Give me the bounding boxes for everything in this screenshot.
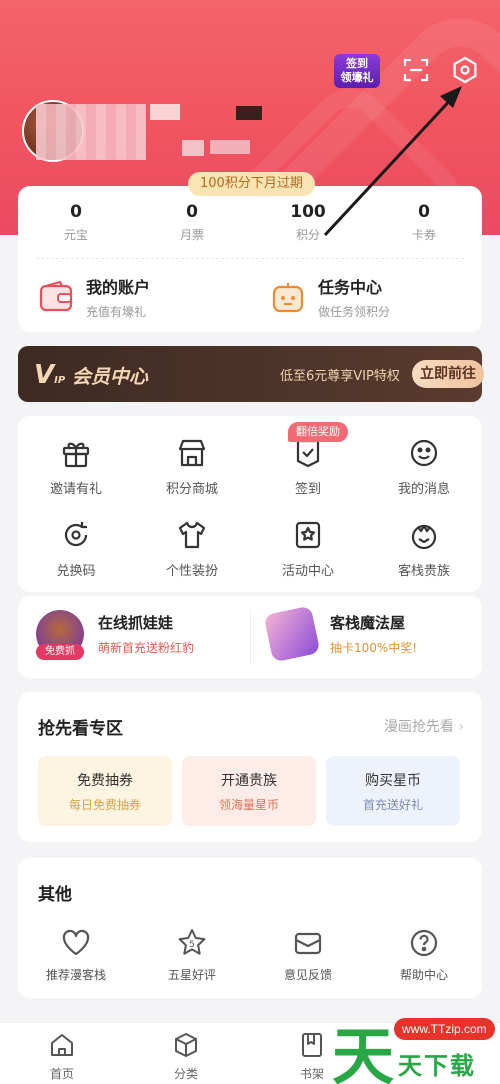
early-access-section: 抢先看专区 漫画抢先看 › 免费抽券 每日免费抽券 开通贵族 领海量星币 购买星… [18, 692, 482, 842]
feedback-box-icon [294, 932, 322, 955]
feedback-item[interactable]: 意见反馈 [250, 928, 366, 983]
home-icon [51, 1034, 73, 1056]
vip-go-button[interactable]: 立即前往 [412, 360, 484, 388]
grid-item-redeem-code[interactable]: 兑换码 [18, 518, 134, 579]
five-star-icon: 5 [178, 929, 206, 955]
tab-category[interactable]: 分类 [146, 1031, 226, 1082]
grid-item-label: 兑换码 [56, 564, 96, 579]
svg-text:5: 5 [189, 940, 195, 950]
category-cube-icon [175, 1033, 197, 1057]
promo-subtitle: 萌新首充送粉红豹 [98, 641, 195, 655]
tile-title: 开通贵族 [221, 773, 277, 789]
section-title: 其他 [38, 885, 72, 905]
smile-message-icon [410, 439, 438, 467]
watermark-logo-char: 天 [332, 1020, 395, 1084]
tile-subtitle: 领海量星币 [218, 798, 279, 812]
help-icon [410, 929, 438, 957]
double-reward-tag: 翻倍奖励 [288, 422, 348, 442]
magic-house-entry[interactable]: 客栈魔法屋抽卡100%中奖! [263, 605, 418, 663]
tile-title: 免费抽券 [77, 773, 133, 789]
free-draw-tile[interactable]: 免费抽券 每日免费抽券 [38, 756, 172, 826]
grid-item-checkin[interactable]: 签到 [250, 436, 366, 497]
item-label: 意见反馈 [283, 968, 332, 982]
claw-machine-thumb: 免费抓 [36, 610, 84, 660]
annotation-arrow [323, 86, 462, 237]
vip-logo-mark: V [34, 360, 55, 390]
vip-description: 低至6元尊享VIP特权 [280, 369, 400, 384]
grid-item-activity-center[interactable]: 活动中心 [250, 518, 366, 579]
link-label: 漫画抢先看 [383, 719, 454, 735]
promo-subtitle: 抽卡100%中奖! [330, 641, 418, 655]
tasks-subtitle: 做任务领积分 [318, 305, 391, 319]
grid-item-label: 活动中心 [281, 564, 334, 579]
section-title: 抢先看专区 [38, 719, 123, 739]
free-claw-badge: 免费抓 [36, 644, 84, 660]
vip-logo-mark-sub: IP [54, 375, 66, 386]
vip-logo-text: 会员中心 [71, 366, 148, 388]
item-label: 帮助中心 [399, 968, 448, 982]
tshirt-icon [178, 521, 206, 549]
grid-item-label: 我的消息 [397, 482, 450, 497]
item-label: 推荐漫客栈 [45, 968, 106, 982]
feature-grid: 邀请有礼 积分商城 签到 我的消息 兑换码 个性装扮 活动中心 客栈贵族 [18, 416, 482, 592]
heart-icon [62, 929, 90, 956]
grid-item-nobility[interactable]: 客栈贵族 [366, 518, 482, 579]
grid-item-label: 客栈贵族 [397, 564, 450, 579]
five-star-review-item[interactable]: 5 五星好评 [134, 928, 250, 983]
grid-item-dress-up[interactable]: 个性装扮 [134, 518, 250, 579]
tile-subtitle: 每日免费抽券 [68, 798, 141, 812]
account-subtitle: 充值有壕礼 [86, 305, 147, 319]
watermark-site: www.TTzip.com [394, 1018, 495, 1040]
vip-banner[interactable]: VIP 会员中心 低至6元尊享VIP特权 立即前往 [18, 346, 484, 402]
promo-row: 免费抓 在线抓娃娃萌新首充送粉红豹 客栈魔法屋抽卡100%中奖! [18, 596, 482, 678]
chevron-right-icon: › [458, 719, 464, 735]
vip-logo: VIP 会员中心 [34, 360, 148, 390]
tile-subtitle: 首充送好礼 [362, 798, 423, 812]
comic-early-access-link[interactable]: 漫画抢先看 › [384, 716, 464, 736]
tab-home[interactable]: 首页 [22, 1031, 102, 1082]
grid-item-invite[interactable]: 邀请有礼 [18, 436, 134, 497]
other-section: 其他 推荐漫客栈 5 五星好评 意见反馈 帮助中心 [18, 858, 482, 998]
grid-item-label: 邀请有礼 [49, 482, 102, 497]
crown-icon [411, 524, 437, 550]
store-icon [178, 439, 206, 467]
grid-item-label: 签到 [294, 482, 321, 497]
nobility-tile[interactable]: 开通贵族 领海量星币 [182, 756, 316, 826]
promo-title: 在线抓娃娃 [98, 614, 174, 632]
tab-label: 分类 [173, 1067, 198, 1081]
item-label: 五星好评 [167, 968, 216, 982]
gift-icon [62, 442, 90, 468]
redeem-icon [64, 522, 88, 547]
grid-item-label: 积分商城 [165, 482, 218, 497]
promo-divider [250, 610, 251, 664]
watermark-text: 天下载 [398, 1052, 476, 1080]
grid-item-label: 个性装扮 [165, 564, 218, 579]
magic-card-thumb [263, 605, 321, 663]
claw-machine-entry[interactable]: 免费抓 在线抓娃娃萌新首充送粉红豹 [36, 610, 195, 660]
grid-item-points-mall[interactable]: 积分商城 [134, 436, 250, 497]
bookshelf-icon [302, 1033, 322, 1057]
promo-title: 客栈魔法屋 [330, 614, 406, 632]
tile-title: 购买星币 [365, 773, 421, 789]
grid-item-messages[interactable]: 我的消息 [366, 436, 482, 497]
recommend-app-item[interactable]: 推荐漫客栈 [18, 928, 134, 983]
star-badge-icon [295, 521, 321, 549]
help-center-item[interactable]: 帮助中心 [366, 928, 482, 983]
tab-label: 首页 [49, 1067, 74, 1081]
buy-coins-tile[interactable]: 购买星币 首充送好礼 [326, 756, 460, 826]
